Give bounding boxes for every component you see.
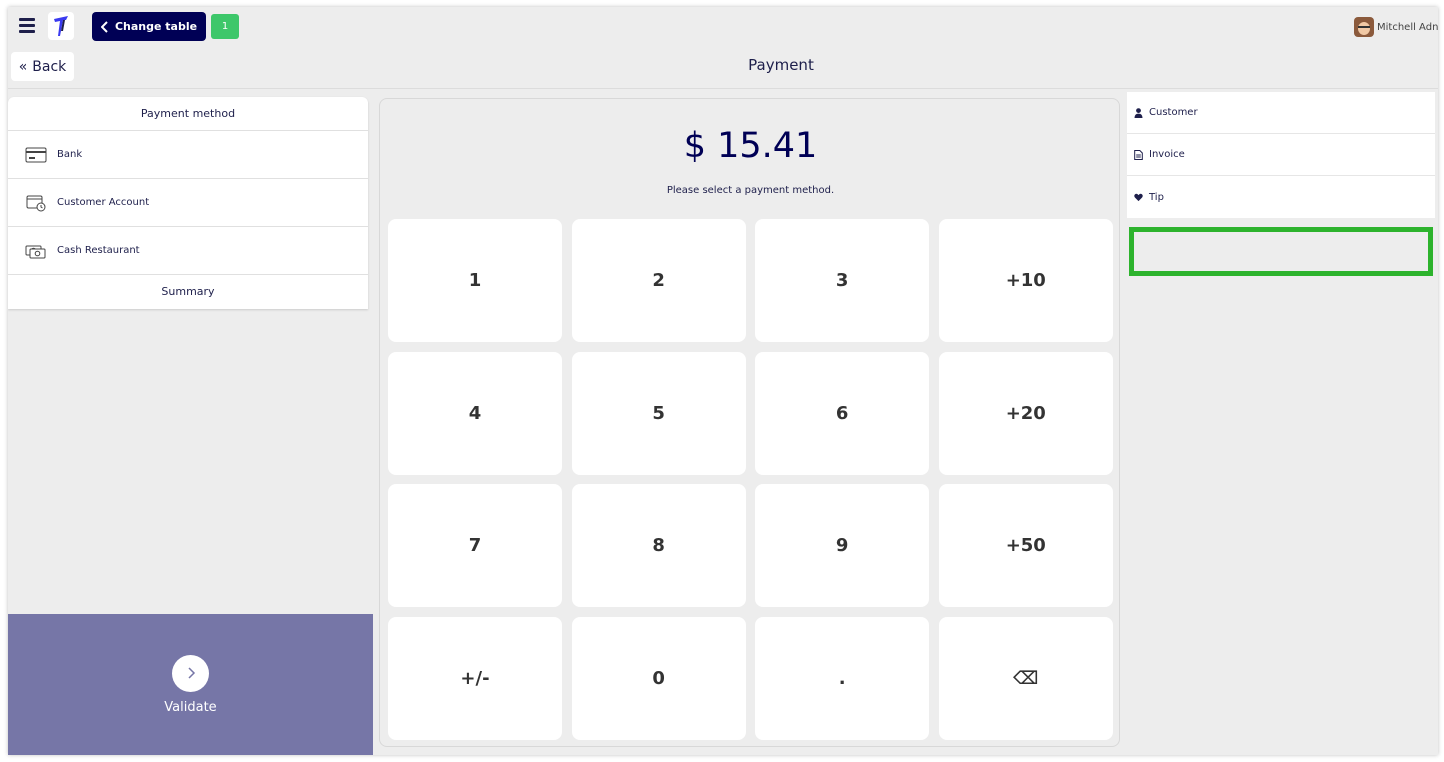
- highlighted-empty-field[interactable]: [1129, 227, 1433, 276]
- change-table-label: Change table: [114, 20, 198, 33]
- summary-label: Summary: [161, 284, 215, 298]
- double-chevron-left-icon: «: [18, 58, 28, 75]
- customer-label: Customer: [1149, 107, 1198, 118]
- logo-icon: [54, 16, 68, 36]
- key-8[interactable]: 8: [571, 484, 746, 607]
- amount-due: $ 15.41: [683, 126, 818, 166]
- invoice-label: Invoice: [1149, 149, 1185, 160]
- bank-card-icon: [25, 147, 47, 163]
- top-bar: Change table 1 Mitchell Adn « Back Payme…: [8, 7, 1438, 89]
- key-decimal[interactable]: .: [755, 616, 930, 740]
- payment-method-label: Customer Account: [57, 197, 150, 208]
- payment-method-customer-account[interactable]: Customer Account: [8, 179, 368, 227]
- tip-option[interactable]: Tip: [1127, 176, 1435, 218]
- cash-icon: [25, 243, 47, 259]
- key-plus-50[interactable]: +50: [938, 484, 1113, 607]
- user-icon: [1134, 107, 1143, 118]
- user-name: Mitchell Adn: [1377, 21, 1438, 33]
- payment-amount-panel: $ 15.41 Please select a payment method. …: [379, 98, 1120, 747]
- payment-method-label: Cash Restaurant: [57, 245, 140, 256]
- payment-method-title: Payment method: [8, 97, 368, 131]
- payment-method-bank[interactable]: Bank: [8, 131, 368, 179]
- key-4[interactable]: 4: [388, 351, 562, 475]
- key-plus-minus[interactable]: +/-: [388, 616, 562, 740]
- key-1[interactable]: 1: [388, 219, 562, 342]
- invoice-option[interactable]: Invoice: [1127, 134, 1435, 176]
- tip-label: Tip: [1149, 191, 1164, 203]
- backspace-key[interactable]: ⌫: [938, 616, 1113, 740]
- change-table-button[interactable]: Change table: [92, 12, 206, 41]
- validate-label: Validate: [164, 699, 217, 715]
- page-title: Payment: [748, 56, 814, 74]
- key-9[interactable]: 9: [755, 484, 930, 607]
- key-plus-20[interactable]: +20: [938, 351, 1113, 475]
- key-3[interactable]: 3: [755, 219, 930, 342]
- chevron-left-icon: [100, 20, 108, 33]
- pos-payment-screen: Change table 1 Mitchell Adn « Back Payme…: [8, 7, 1438, 755]
- payment-hint: Please select a payment method.: [666, 185, 835, 196]
- key-7[interactable]: 7: [388, 484, 562, 607]
- customer-account-icon: [25, 195, 47, 211]
- side-options-panel: Customer Invoice Tip: [1127, 92, 1435, 218]
- payment-method-panel: Payment method Bank Customer Account Cas…: [8, 97, 368, 309]
- numeric-keypad: 1 2 3 +10 4 5 6 +20 7 8 9 +50 +/- 0 . ⌫: [388, 219, 1113, 740]
- key-6[interactable]: 6: [755, 351, 930, 475]
- payment-method-label: Bank: [57, 149, 83, 160]
- menu-icon[interactable]: [19, 18, 37, 34]
- table-count-badge: 1: [211, 14, 239, 39]
- back-button[interactable]: « Back: [11, 52, 74, 81]
- key-plus-10[interactable]: +10: [938, 219, 1113, 342]
- avatar: [1354, 17, 1374, 37]
- chevron-right-icon: [172, 654, 209, 692]
- back-label: Back: [32, 58, 67, 75]
- key-0[interactable]: 0: [571, 616, 746, 740]
- customer-option[interactable]: Customer: [1127, 92, 1435, 134]
- validate-button[interactable]: Validate: [8, 614, 373, 755]
- heart-icon: [1134, 192, 1143, 202]
- payment-method-cash-restaurant[interactable]: Cash Restaurant: [8, 227, 368, 275]
- document-icon: [1134, 149, 1143, 160]
- key-2[interactable]: 2: [571, 219, 746, 342]
- user-menu[interactable]: Mitchell Adn: [1354, 17, 1438, 37]
- app-logo: [48, 12, 74, 40]
- key-5[interactable]: 5: [571, 351, 746, 475]
